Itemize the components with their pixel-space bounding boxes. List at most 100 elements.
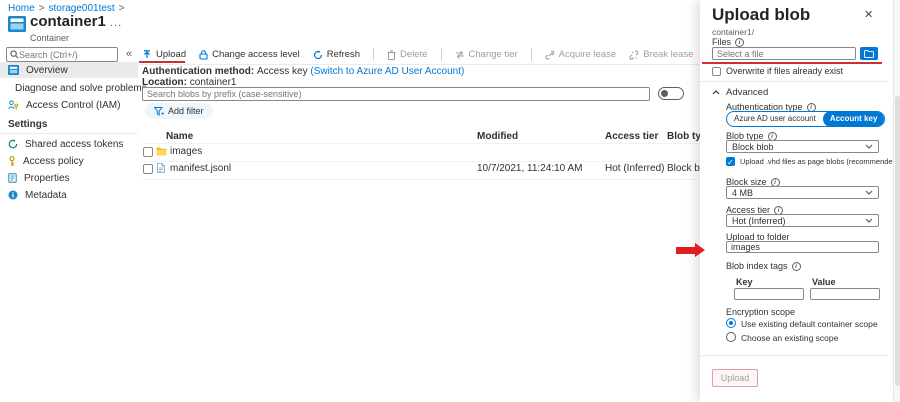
- acquire-lease-label: Acquire lease: [559, 49, 617, 60]
- sidebar-item-diagnose-label: Diagnose and solve problems: [15, 83, 147, 94]
- auth-method-label: Authentication method:: [142, 66, 254, 77]
- panel-scrollbar[interactable]: [893, 0, 900, 402]
- block-size-value: 4 MB: [732, 188, 753, 198]
- sidebar-item-access-control[interactable]: Access Control (IAM): [0, 97, 138, 113]
- column-header-name[interactable]: Name: [166, 131, 193, 142]
- scrollbar-thumb[interactable]: [895, 96, 900, 386]
- toolbar-divider: [373, 48, 374, 61]
- sidebar-item-properties-label: Properties: [24, 173, 70, 184]
- table-row-divider: [142, 179, 700, 180]
- column-header-modified[interactable]: Modified: [477, 131, 518, 142]
- browse-files-button[interactable]: [860, 47, 878, 60]
- tag-key-header: Key: [736, 277, 753, 287]
- blob-index-tags-label: Blob index tags: [726, 261, 788, 271]
- table-row-divider: [142, 161, 700, 162]
- auth-option-account-key[interactable]: Account key: [823, 111, 885, 127]
- row-checkbox[interactable]: [143, 147, 153, 157]
- breadcrumb-separator: >: [119, 3, 125, 14]
- encryption-default-radio[interactable]: [726, 318, 736, 328]
- info-icon[interactable]: i: [735, 38, 744, 47]
- vhd-label: Upload .vhd files as page blobs (recomme…: [740, 157, 899, 166]
- upload-folder-input[interactable]: [726, 241, 879, 253]
- container-icon: [8, 16, 26, 32]
- block-size-select[interactable]: 4 MB: [726, 186, 879, 199]
- upload-annotation-underline: [139, 61, 185, 63]
- acquire-lease-button[interactable]: Acquire lease: [545, 49, 617, 60]
- search-icon: [10, 50, 19, 59]
- panel-title: Upload blob: [712, 5, 810, 25]
- refresh-button[interactable]: Refresh: [313, 49, 360, 60]
- vhd-checkbox[interactable]: ✓: [726, 157, 735, 166]
- close-icon[interactable]: ✕: [864, 8, 873, 21]
- sidebar-divider: [0, 133, 138, 134]
- access-tier-value: Hot (Inferred): [732, 216, 786, 226]
- page-subtitle: Container: [30, 33, 69, 43]
- refresh-label: Refresh: [327, 49, 360, 60]
- filter-icon: [154, 107, 164, 116]
- upload-toolbar-label: Upload: [156, 49, 186, 60]
- sidebar-item-access-policy[interactable]: Access policy: [0, 153, 138, 169]
- toolbar-divider: [441, 48, 442, 61]
- info-icon[interactable]: i: [792, 262, 801, 271]
- row-checkbox[interactable]: [143, 164, 153, 174]
- metadata-info-icon: [8, 190, 18, 200]
- advanced-section-toggle[interactable]: Advanced: [726, 87, 768, 98]
- table-row-images-name[interactable]: images: [170, 146, 202, 157]
- encryption-default-label: Use existing default container scope: [741, 319, 878, 329]
- refresh-icon: [313, 50, 323, 60]
- table-row-manifest-name[interactable]: manifest.jsonl: [170, 163, 231, 174]
- auth-type-pill: Azure AD user account Account key: [726, 111, 885, 127]
- toolbar-divider: [531, 48, 532, 61]
- encryption-choose-radio[interactable]: [726, 332, 736, 342]
- sidebar-item-metadata-label: Metadata: [25, 190, 67, 201]
- upload-toolbar-button[interactable]: Upload: [142, 49, 186, 60]
- overwrite-label: Overwrite if files already exist: [726, 66, 843, 76]
- resource-search-input[interactable]: [19, 50, 109, 60]
- column-header-access-tier[interactable]: Access tier: [605, 131, 658, 142]
- table-header-divider: [142, 143, 700, 144]
- overview-icon: [8, 65, 19, 75]
- shared-access-tokens-icon: [8, 139, 18, 149]
- show-deleted-blobs-toggle[interactable]: [658, 87, 684, 100]
- delete-button[interactable]: Delete: [387, 49, 427, 60]
- panel-subtitle: container1/: [712, 27, 754, 37]
- auth-option-azure-ad[interactable]: Azure AD user account: [727, 111, 823, 127]
- sidebar-settings-header: Settings: [8, 119, 47, 130]
- blob-type-select[interactable]: Block blob: [726, 140, 879, 153]
- sidebar-item-shared-access-tokens[interactable]: Shared access tokens: [0, 136, 138, 152]
- change-tier-button[interactable]: Change tier: [455, 49, 518, 60]
- sidebar-item-metadata[interactable]: Metadata: [0, 187, 138, 203]
- blob-index-tags-label-row: Blob index tags i: [726, 261, 801, 271]
- lease-icon: [545, 50, 555, 60]
- upload-submit-button[interactable]: Upload: [712, 369, 758, 387]
- switch-auth-link[interactable]: (Switch to Azure AD User Account): [310, 66, 464, 77]
- change-access-level-label: Change access level: [212, 49, 300, 60]
- blob-search-input[interactable]: [147, 89, 627, 99]
- sidebar-item-access-policy-label: Access policy: [23, 156, 84, 167]
- tag-key-input[interactable]: [734, 288, 804, 300]
- key-icon: [8, 156, 16, 167]
- chevron-down-icon: [865, 190, 873, 195]
- sidebar-item-shared-access-tokens-label: Shared access tokens: [25, 139, 123, 150]
- sidebar-item-overview[interactable]: Overview: [0, 62, 138, 78]
- encryption-scope-label: Encryption scope: [726, 307, 795, 317]
- file-select-input[interactable]: [712, 47, 856, 60]
- check-icon: ✓: [727, 158, 734, 167]
- add-filter-label: Add filter: [168, 106, 204, 116]
- tag-value-input[interactable]: [810, 288, 880, 300]
- overwrite-checkbox[interactable]: [712, 67, 721, 76]
- more-menu-button[interactable]: ...: [110, 17, 122, 29]
- change-access-level-button[interactable]: Change access level: [199, 49, 300, 60]
- browse-folder-icon: [864, 50, 874, 58]
- sidebar-item-diagnose[interactable]: Diagnose and solve problems: [0, 80, 138, 96]
- sidebar-item-properties[interactable]: Properties: [0, 170, 138, 186]
- break-lease-button[interactable]: Break lease: [629, 49, 693, 60]
- add-filter-button[interactable]: Add filter: [145, 103, 213, 119]
- files-label-row: Files i: [712, 37, 744, 47]
- page-title: container1: [30, 13, 106, 30]
- files-label: Files: [712, 37, 731, 47]
- auth-method-line: Authentication method: Access key (Switc…: [142, 66, 464, 77]
- collapse-sidebar-icon[interactable]: «: [126, 48, 132, 60]
- trash-icon: [387, 50, 396, 60]
- access-tier-select[interactable]: Hot (Inferred): [726, 214, 879, 227]
